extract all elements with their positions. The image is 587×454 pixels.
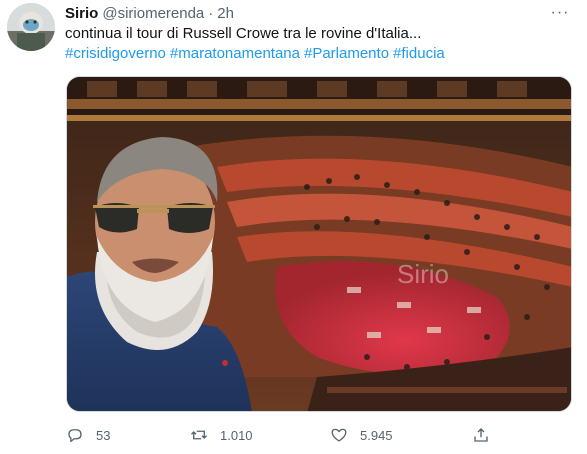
like-button[interactable]: 5.945 bbox=[330, 424, 393, 446]
hashtag-list: #crisidigoverno #maratonamentana #Parlamen… bbox=[65, 44, 565, 64]
reply-count: 53 bbox=[96, 427, 111, 443]
author-handle[interactable]: @siriomerenda bbox=[102, 5, 204, 22]
reply-icon bbox=[68, 429, 82, 443]
tweet-body: continua il tour di Russell Crowe tra le… bbox=[65, 25, 422, 42]
image-watermark: Sirio bbox=[397, 259, 450, 289]
hashtag-link[interactable]: #Parlamento bbox=[304, 45, 389, 62]
retweet-icon bbox=[191, 430, 207, 440]
like-count: 5.945 bbox=[360, 427, 393, 443]
retweet-count: 1.010 bbox=[220, 427, 253, 443]
tweet-text: continua il tour di Russell Crowe tra le… bbox=[65, 24, 565, 64]
retweet-button[interactable]: 1.010 bbox=[190, 424, 253, 446]
tweet-timestamp[interactable]: 2h bbox=[217, 5, 234, 22]
avatar[interactable] bbox=[7, 3, 55, 51]
hashtag-link[interactable]: #maratonamentana bbox=[170, 45, 300, 62]
tweet-header: Sirio @siriomerenda · 2h bbox=[65, 3, 234, 23]
hashtag-link[interactable]: #crisidigoverno bbox=[65, 45, 166, 62]
reply-button[interactable]: 53 bbox=[66, 424, 110, 446]
tweet-image[interactable]: Sirio bbox=[66, 76, 572, 412]
hashtag-link[interactable]: #fiducia bbox=[393, 45, 445, 62]
separator-dot: · bbox=[208, 4, 214, 22]
tweet[interactable]: Sirio @siriomerenda · 2h ··· continua il… bbox=[0, 0, 587, 454]
author-name[interactable]: Sirio bbox=[65, 5, 98, 22]
action-bar: 53 1.010 5.945 bbox=[66, 424, 566, 446]
more-options-icon[interactable]: ··· bbox=[548, 2, 572, 24]
share-button[interactable] bbox=[472, 424, 502, 446]
like-icon bbox=[331, 428, 347, 442]
share-icon bbox=[474, 428, 488, 442]
